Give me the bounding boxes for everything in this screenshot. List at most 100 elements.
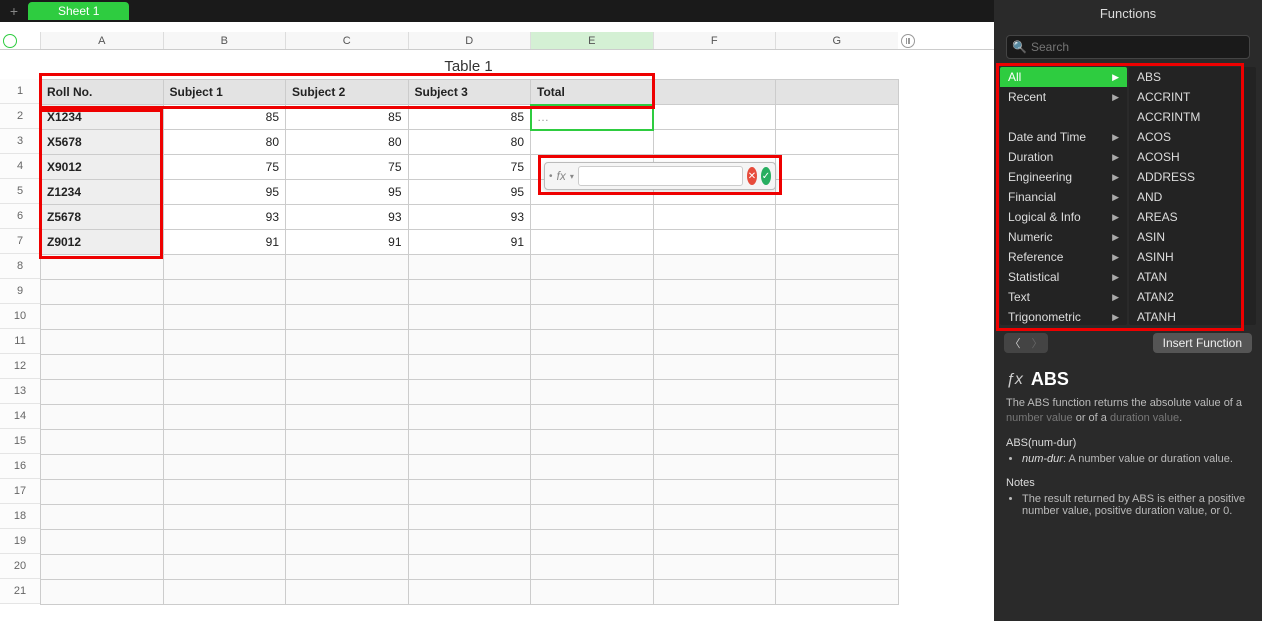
cell[interactable] [163,505,286,530]
cell[interactable] [286,280,409,305]
cell[interactable] [531,555,654,580]
cell[interactable] [408,355,531,380]
cell[interactable] [163,455,286,480]
cell[interactable]: 91 [408,230,531,255]
category-item-text[interactable]: Text▶ [1000,287,1127,307]
cell[interactable] [163,355,286,380]
function-item[interactable]: ADDRESS [1129,167,1256,187]
col-header-A[interactable]: A [40,32,163,49]
cell[interactable] [653,355,776,380]
cell[interactable] [163,480,286,505]
cell[interactable] [653,405,776,430]
category-item-all[interactable]: All▶ [1000,67,1127,87]
cell[interactable] [286,480,409,505]
cell[interactable] [163,380,286,405]
col-header-B[interactable]: B [163,32,286,49]
cell-roll[interactable]: Z1234 [41,180,164,205]
cell[interactable] [163,580,286,605]
row-number[interactable]: 2 [0,104,40,129]
cell[interactable] [41,255,164,280]
cell[interactable]: 80 [163,130,286,155]
category-item-reference[interactable]: Reference▶ [1000,247,1127,267]
row-number[interactable]: 15 [0,429,40,454]
cell[interactable] [286,555,409,580]
category-item-financial[interactable]: Financial▶ [1000,187,1127,207]
cell[interactable] [653,555,776,580]
category-item-duration[interactable]: Duration▶ [1000,147,1127,167]
cell[interactable]: 80 [408,130,531,155]
search-input[interactable] [1006,35,1250,59]
cell[interactable] [776,355,899,380]
function-list[interactable]: ABS ACCRINT ACCRINTM ACOS ACOSH ADDRESS … [1129,67,1256,325]
cell[interactable]: 95 [408,180,531,205]
header-subject1[interactable]: Subject 1 [163,80,286,105]
cell[interactable] [531,130,654,155]
cell[interactable]: 91 [286,230,409,255]
category-item-statistical[interactable]: Statistical▶ [1000,267,1127,287]
cell[interactable] [163,280,286,305]
row-number[interactable]: 9 [0,279,40,304]
cell-roll[interactable]: X9012 [41,155,164,180]
cell[interactable]: 85 [163,105,286,130]
function-item[interactable]: ABS [1129,67,1256,87]
function-item[interactable]: ACCRINT [1129,87,1256,107]
cell[interactable] [531,505,654,530]
cell[interactable] [163,555,286,580]
formula-drag-handle[interactable]: • [549,171,553,182]
cell[interactable] [776,430,899,455]
cell[interactable] [41,530,164,555]
cell[interactable] [776,205,899,230]
cell[interactable] [163,255,286,280]
cell[interactable] [653,280,776,305]
cell[interactable] [41,455,164,480]
cell[interactable] [408,330,531,355]
formula-accept-button[interactable]: ✓ [761,167,771,185]
row-number[interactable]: 16 [0,454,40,479]
row-number[interactable]: 21 [0,579,40,604]
category-item-numeric[interactable]: Numeric▶ [1000,227,1127,247]
cell[interactable] [286,405,409,430]
cell[interactable] [653,580,776,605]
cell[interactable] [653,205,776,230]
cell[interactable] [776,330,899,355]
header-total[interactable]: Total [531,80,654,105]
cell[interactable] [531,455,654,480]
row-number[interactable]: 13 [0,379,40,404]
cell[interactable] [531,580,654,605]
cell[interactable] [408,555,531,580]
function-item[interactable]: AREAS [1129,207,1256,227]
function-item[interactable]: AND [1129,187,1256,207]
cell[interactable] [286,330,409,355]
cell[interactable] [408,430,531,455]
cell[interactable] [776,380,899,405]
cell[interactable] [653,505,776,530]
cell[interactable] [41,505,164,530]
cell[interactable]: 85 [286,105,409,130]
cell[interactable] [531,430,654,455]
cell[interactable]: 85 [408,105,531,130]
category-list[interactable]: All▶ Recent▶ Date and Time▶ Duration▶ En… [1000,67,1127,325]
cell[interactable] [531,330,654,355]
cell[interactable] [653,305,776,330]
cell[interactable]: 95 [286,180,409,205]
cell[interactable] [653,130,776,155]
cell[interactable] [286,580,409,605]
formula-cancel-button[interactable]: ✕ [747,167,757,185]
function-item[interactable]: ASIN [1129,227,1256,247]
function-item[interactable]: ATAN [1129,267,1256,287]
function-item[interactable]: ASINH [1129,247,1256,267]
category-item-logical[interactable]: Logical & Info▶ [1000,207,1127,227]
chevron-down-icon[interactable]: ▾ [570,172,574,181]
function-item[interactable]: ACOSH [1129,147,1256,167]
cell[interactable] [41,580,164,605]
cell[interactable] [408,530,531,555]
table-handle-left[interactable] [0,32,20,49]
cell[interactable]: 80 [286,130,409,155]
cell[interactable] [776,480,899,505]
cell[interactable] [163,405,286,430]
row-number[interactable]: 6 [0,204,40,229]
cell[interactable] [776,180,899,205]
cell[interactable] [286,255,409,280]
cell[interactable] [41,480,164,505]
header-subject3[interactable]: Subject 3 [408,80,531,105]
